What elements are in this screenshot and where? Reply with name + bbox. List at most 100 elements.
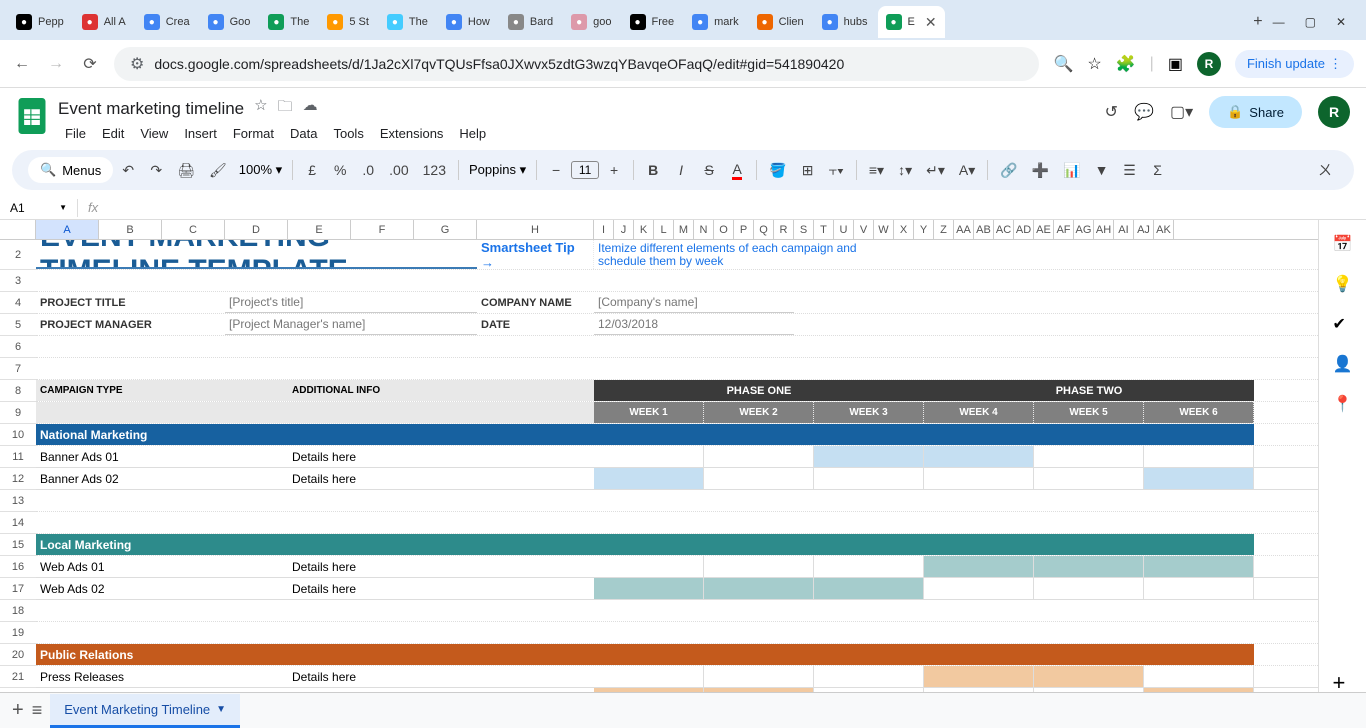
browser-tab[interactable]: ●Goo [200, 6, 259, 38]
extensions-icon[interactable]: 🧩 [1116, 54, 1136, 74]
column-header[interactable]: F [351, 220, 414, 239]
reload-button[interactable]: ⟳ [80, 54, 100, 74]
menu-data[interactable]: Data [283, 123, 324, 144]
filter-button[interactable]: ▼ [1089, 158, 1115, 182]
sheets-logo-icon[interactable] [16, 96, 48, 136]
column-header[interactable]: AC [994, 220, 1014, 239]
star-icon[interactable]: ☆ [254, 96, 267, 121]
meet-icon[interactable]: ▢▾ [1170, 102, 1193, 122]
column-header[interactable]: Z [934, 220, 954, 239]
column-header[interactable]: AF [1054, 220, 1074, 239]
row-header[interactable]: 2 [0, 240, 36, 270]
row-header[interactable]: 13 [0, 490, 36, 512]
menu-tools[interactable]: Tools [326, 123, 370, 144]
row-header[interactable]: 8 [0, 380, 36, 402]
comments-icon[interactable]: 💬 [1134, 102, 1154, 122]
column-header[interactable]: AD [1014, 220, 1034, 239]
reader-icon[interactable]: ▣ [1168, 54, 1183, 74]
doc-title[interactable]: Event marketing timeline [58, 99, 244, 119]
fill-color-button[interactable]: 🪣 [763, 158, 792, 183]
row-header[interactable]: 14 [0, 512, 36, 534]
filter-views-button[interactable]: ☰ [1117, 158, 1143, 183]
menu-format[interactable]: Format [226, 123, 281, 144]
column-header[interactable]: P [734, 220, 754, 239]
contacts-icon[interactable]: 👤 [1333, 354, 1353, 374]
percent-button[interactable]: % [327, 158, 353, 182]
select-all-corner[interactable] [0, 220, 36, 239]
column-header[interactable]: X [894, 220, 914, 239]
row-header[interactable]: 19 [0, 622, 36, 644]
column-header[interactable]: AH [1094, 220, 1114, 239]
column-header[interactable]: N [694, 220, 714, 239]
undo-button[interactable]: ↶ [115, 158, 141, 183]
row-header[interactable]: 4 [0, 292, 36, 314]
merge-button[interactable]: ⫟▾ [823, 158, 850, 183]
column-header[interactable]: R [774, 220, 794, 239]
account-avatar[interactable]: R [1318, 96, 1350, 128]
column-header[interactable]: AB [974, 220, 994, 239]
row-header[interactable]: 20 [0, 644, 36, 666]
row-header[interactable]: 3 [0, 270, 36, 292]
more-formats-button[interactable]: 123 [417, 158, 452, 182]
column-header[interactable]: B [99, 220, 162, 239]
redo-button[interactable]: ↷ [143, 158, 169, 183]
browser-tab[interactable]: ●hubs [814, 6, 876, 38]
menu-help[interactable]: Help [452, 123, 493, 144]
browser-tab[interactable]: ●E✕ [878, 6, 945, 38]
bookmark-icon[interactable]: ☆ [1087, 54, 1101, 74]
row-header[interactable]: 11 [0, 446, 36, 468]
move-icon[interactable]: 🗀 [278, 96, 293, 121]
grid[interactable]: ABCDEFGHIJKLMNOPQRSTUVWXYZAAABACADAEAFAG… [0, 220, 1318, 702]
row-header[interactable]: 18 [0, 600, 36, 622]
menu-extensions[interactable]: Extensions [373, 123, 451, 144]
column-header[interactable]: AK [1154, 220, 1174, 239]
url-box[interactable]: ⚙ docs.google.com/spreadsheets/d/1Ja2cXl… [114, 47, 1039, 81]
cloud-icon[interactable]: ☁ [303, 96, 318, 121]
maximize-button[interactable]: ▢ [1305, 15, 1316, 29]
maps-icon[interactable]: 📍 [1333, 394, 1353, 414]
all-sheets-button[interactable]: ≡ [32, 700, 43, 721]
wrap-button[interactable]: ↵▾ [920, 158, 951, 183]
menus-search[interactable]: 🔍Menus [28, 157, 113, 183]
column-header[interactable]: AA [954, 220, 974, 239]
add-sheet-button[interactable]: + [12, 699, 24, 722]
column-header[interactable]: E [288, 220, 351, 239]
bold-button[interactable]: B [640, 158, 666, 182]
font-selector[interactable]: Poppins ▾ [465, 160, 530, 180]
decrease-decimal-button[interactable]: .0 [355, 158, 381, 182]
rotate-button[interactable]: A▾ [953, 158, 981, 183]
minimize-button[interactable]: — [1273, 15, 1285, 29]
row-header[interactable]: 16 [0, 556, 36, 578]
column-header[interactable]: V [854, 220, 874, 239]
borders-button[interactable]: ⊞ [795, 158, 821, 183]
column-header[interactable]: AG [1074, 220, 1094, 239]
row-header[interactable]: 7 [0, 358, 36, 380]
row-header[interactable]: 5 [0, 314, 36, 336]
calendar-icon[interactable]: 📅 [1333, 234, 1353, 254]
browser-tab[interactable]: ●goo [563, 6, 619, 38]
row-header[interactable]: 10 [0, 424, 36, 446]
menu-view[interactable]: View [133, 123, 175, 144]
link-button[interactable]: 🔗 [994, 158, 1023, 183]
row-header[interactable]: 21 [0, 666, 36, 688]
row-header[interactable]: 17 [0, 578, 36, 600]
name-box[interactable]: A1▼ [0, 199, 78, 217]
browser-tab[interactable]: ●How [438, 6, 498, 38]
browser-tab[interactable]: ●Bard [500, 6, 561, 38]
column-header[interactable]: AE [1034, 220, 1054, 239]
text-color-button[interactable]: A [724, 157, 750, 184]
forward-button[interactable]: → [46, 54, 66, 74]
row-header[interactable]: 6 [0, 336, 36, 358]
close-tab-icon[interactable]: ✕ [925, 14, 937, 31]
h-align-button[interactable]: ≡▾ [863, 158, 890, 183]
collapse-toolbar-button[interactable]: ㄨ [1312, 156, 1338, 184]
sheet-tab-active[interactable]: Event Marketing Timeline▼ [50, 694, 240, 728]
column-header[interactable]: H [477, 220, 594, 239]
tasks-icon[interactable]: ✔ [1333, 314, 1353, 334]
column-header[interactable]: S [794, 220, 814, 239]
column-header[interactable]: Q [754, 220, 774, 239]
italic-button[interactable]: I [668, 158, 694, 182]
browser-tab[interactable]: ●5 St [319, 6, 377, 38]
print-button[interactable]: 🖨 [171, 158, 201, 183]
column-header[interactable]: A [36, 220, 99, 239]
